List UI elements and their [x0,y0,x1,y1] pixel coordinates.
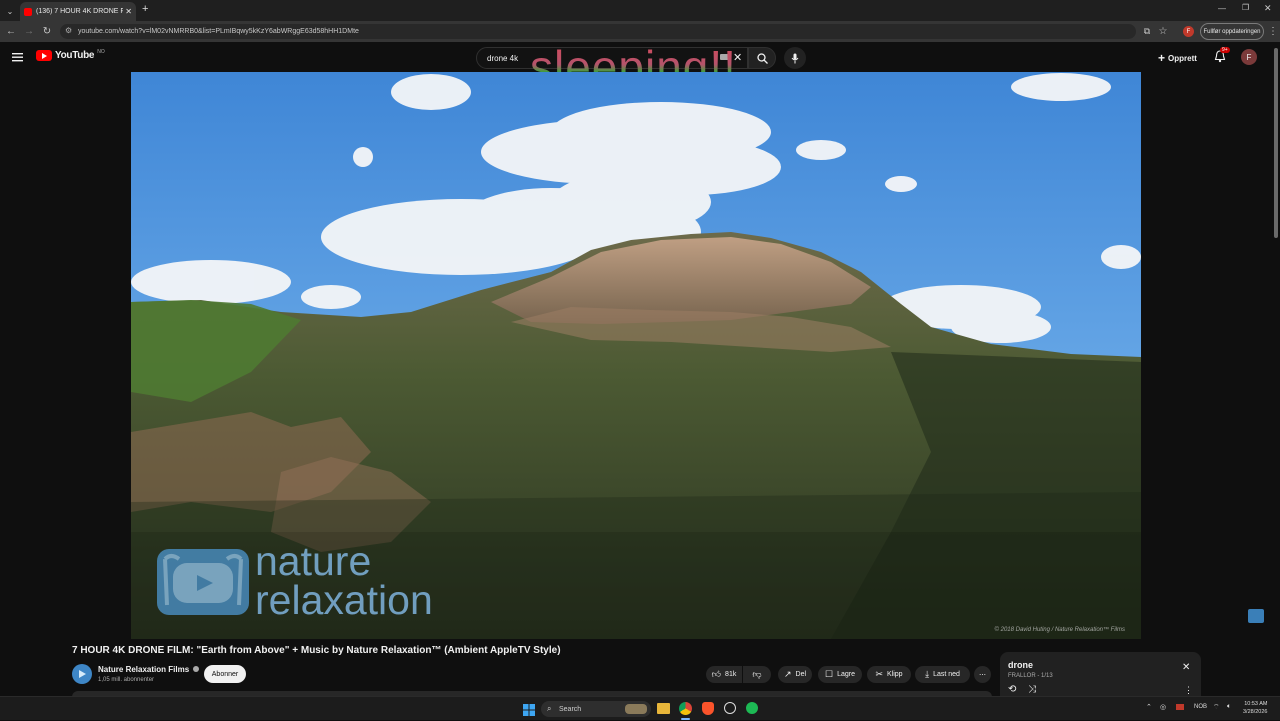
browser-tab-active[interactable]: (136) 7 HOUR 4K DRONE FILM ✕ [20,2,136,21]
more-icon: ⋯ [979,671,986,679]
watermark-line-2: relaxation [255,577,433,623]
clock-date: 3/28/2026 [1243,709,1268,715]
dislike-button[interactable]: 👎︎ [743,666,771,683]
voice-search-button[interactable] [784,47,806,69]
thumbs-up-icon: 👍︎ [711,669,722,679]
update-browser-button[interactable]: Fullfør oppdateringen [1200,23,1264,40]
microphone-icon [791,53,799,63]
windows-taskbar: ⌕ Search ⌃ ◎ NOB ⌔ 🔈︎ 10:53 AM 3/28/2026 [0,696,1280,720]
tray-overflow-icon[interactable]: ⌃ [1146,703,1152,711]
shuffle-icon[interactable]: ⤨ [1028,684,1036,695]
watermark-line-1: nature [255,538,372,584]
miniplayer-icon[interactable] [1248,609,1264,623]
close-tab-icon[interactable]: ✕ [125,7,132,16]
search-query: drone 4k [487,53,519,63]
like-button[interactable]: 👍︎ 81k [706,666,742,683]
verified-icon [193,666,200,672]
clock-time: 10:53 AM [1244,701,1268,707]
site-info-icon[interactable]: ⚙ [65,26,72,35]
file-explorer-icon[interactable] [657,703,670,714]
channel-avatar[interactable] [72,664,92,684]
language-indicator[interactable]: NOB [1194,704,1207,710]
browser-tab-bar: ⌄ (136) 7 HOUR 4K DRONE FILM ✕ + — ❐ ✕ [0,0,1280,21]
subscriber-count: 1,05 mill. abonnenter [98,677,155,683]
clock[interactable]: 10:53 AM 3/28/2026 [1243,700,1267,716]
save-playlist-icon: ☐ [825,669,834,679]
video-title: 7 HOUR 4K DRONE FILM: "Earth from Above"… [72,645,561,656]
minimize-icon[interactable]: — [1218,4,1226,13]
channel-name[interactable]: Nature Relaxation Films [98,665,200,674]
clock-app-icon[interactable] [724,702,736,714]
playlist-subtitle: FRALLOR - 1/13 [1008,673,1053,679]
close-playlist-icon[interactable]: ✕ [1182,662,1190,673]
forward-icon[interactable]: → [22,24,36,38]
playlist-title[interactable]: drone [1008,660,1033,670]
bookmark-star-icon[interactable]: ☆ [1156,24,1170,38]
notifications-button[interactable]: 9+ [1214,47,1230,64]
save-button[interactable]: ☐ Lagre [818,666,862,683]
download-icon: ⤓ [925,669,930,679]
back-icon[interactable]: ← [4,24,18,38]
copyright-text: © 2018 David Huting / Nature Relaxation™… [994,627,1125,633]
spotify-icon[interactable] [746,702,758,714]
tab-title: (136) 7 HOUR 4K DRONE FILM [36,8,124,15]
share-button[interactable]: ↗ Del [778,666,812,683]
notifications-badge: 9+ [1220,47,1230,53]
watermark-text: nature relaxation [255,538,433,623]
brave-icon[interactable] [702,702,714,715]
reload-icon[interactable]: ↻ [40,24,54,38]
taskbar-search-icon: ⌕ [547,704,552,713]
install-app-icon[interactable]: ⧉ [1140,24,1154,38]
scrollbar-thumb[interactable] [1274,48,1278,238]
profile-avatar[interactable]: F [1183,26,1194,37]
new-tab-button[interactable]: + [142,3,148,15]
windows-start-icon[interactable] [523,703,535,716]
scissors-icon: ✂ [875,669,883,679]
search-icon [756,52,768,64]
volume-icon[interactable]: 🔈︎ [1227,703,1231,711]
chrome-icon[interactable] [679,702,692,715]
youtube-logo-text: YouTube [55,50,95,61]
guide-menu-icon[interactable] [12,50,24,62]
video-player[interactable]: nature relaxation © 2018 David Huting / … [131,72,1141,639]
restore-icon[interactable]: ❐ [1242,3,1249,12]
plus-icon: + [1158,51,1166,65]
search-highlight-image [625,704,647,714]
taskbar-search[interactable]: ⌕ Search [541,701,651,717]
region-code: NO [97,48,105,55]
tray-app-icon[interactable]: ◎ [1160,703,1166,711]
playlist-menu-icon[interactable]: ⋮ [1184,685,1193,696]
create-label: Opprett [1168,53,1197,63]
more-actions-button[interactable]: ⋯ [974,666,991,683]
search-button[interactable] [748,47,776,69]
subscribe-button[interactable]: Abonner [204,665,246,683]
palm-tv-logo-icon [163,554,243,606]
network-icon[interactable]: ⌔ [1213,703,1220,712]
account-avatar[interactable]: F [1241,49,1257,65]
clip-button[interactable]: ✂ Klipp [867,666,911,683]
tray-app-icon-2[interactable] [1176,704,1184,710]
download-button[interactable]: ⤓ Last ned [915,666,970,683]
youtube-logo[interactable]: YouTube NO [36,48,105,61]
tab-list-button[interactable]: ⌄ [4,5,16,17]
share-icon: ↗ [783,669,792,679]
url-text: youtube.com/watch?v=lM02vNMRRB0&list=PLm… [78,28,359,35]
loop-playlist-icon[interactable]: ⟲ [1008,684,1016,695]
youtube-header: YouTube NO drone 4k ✕ sleeping!! + Oppre… [0,41,1280,93]
thumbs-down-icon: 👎︎ [752,669,762,679]
like-count: 81k [725,671,737,678]
youtube-play-icon [36,50,52,61]
channel-play-icon [79,670,86,678]
close-window-icon[interactable]: ✕ [1264,3,1272,14]
nature-relaxation-logo [157,549,249,615]
create-button[interactable]: + Opprett [1158,51,1197,65]
browser-menu-icon[interactable]: ⋮ [1266,24,1280,38]
browser-toolbar: ← → ↻ ⚙ youtube.com/watch?v=lM02vNMRRB0&… [0,21,1280,42]
address-bar[interactable]: ⚙ youtube.com/watch?v=lM02vNMRRB0&list=P… [60,24,1136,39]
playlist-panel: drone FRALLOR - 1/13 ✕ ⟲ ⤨ ⋮ [1000,652,1201,700]
youtube-favicon-icon [24,7,32,16]
